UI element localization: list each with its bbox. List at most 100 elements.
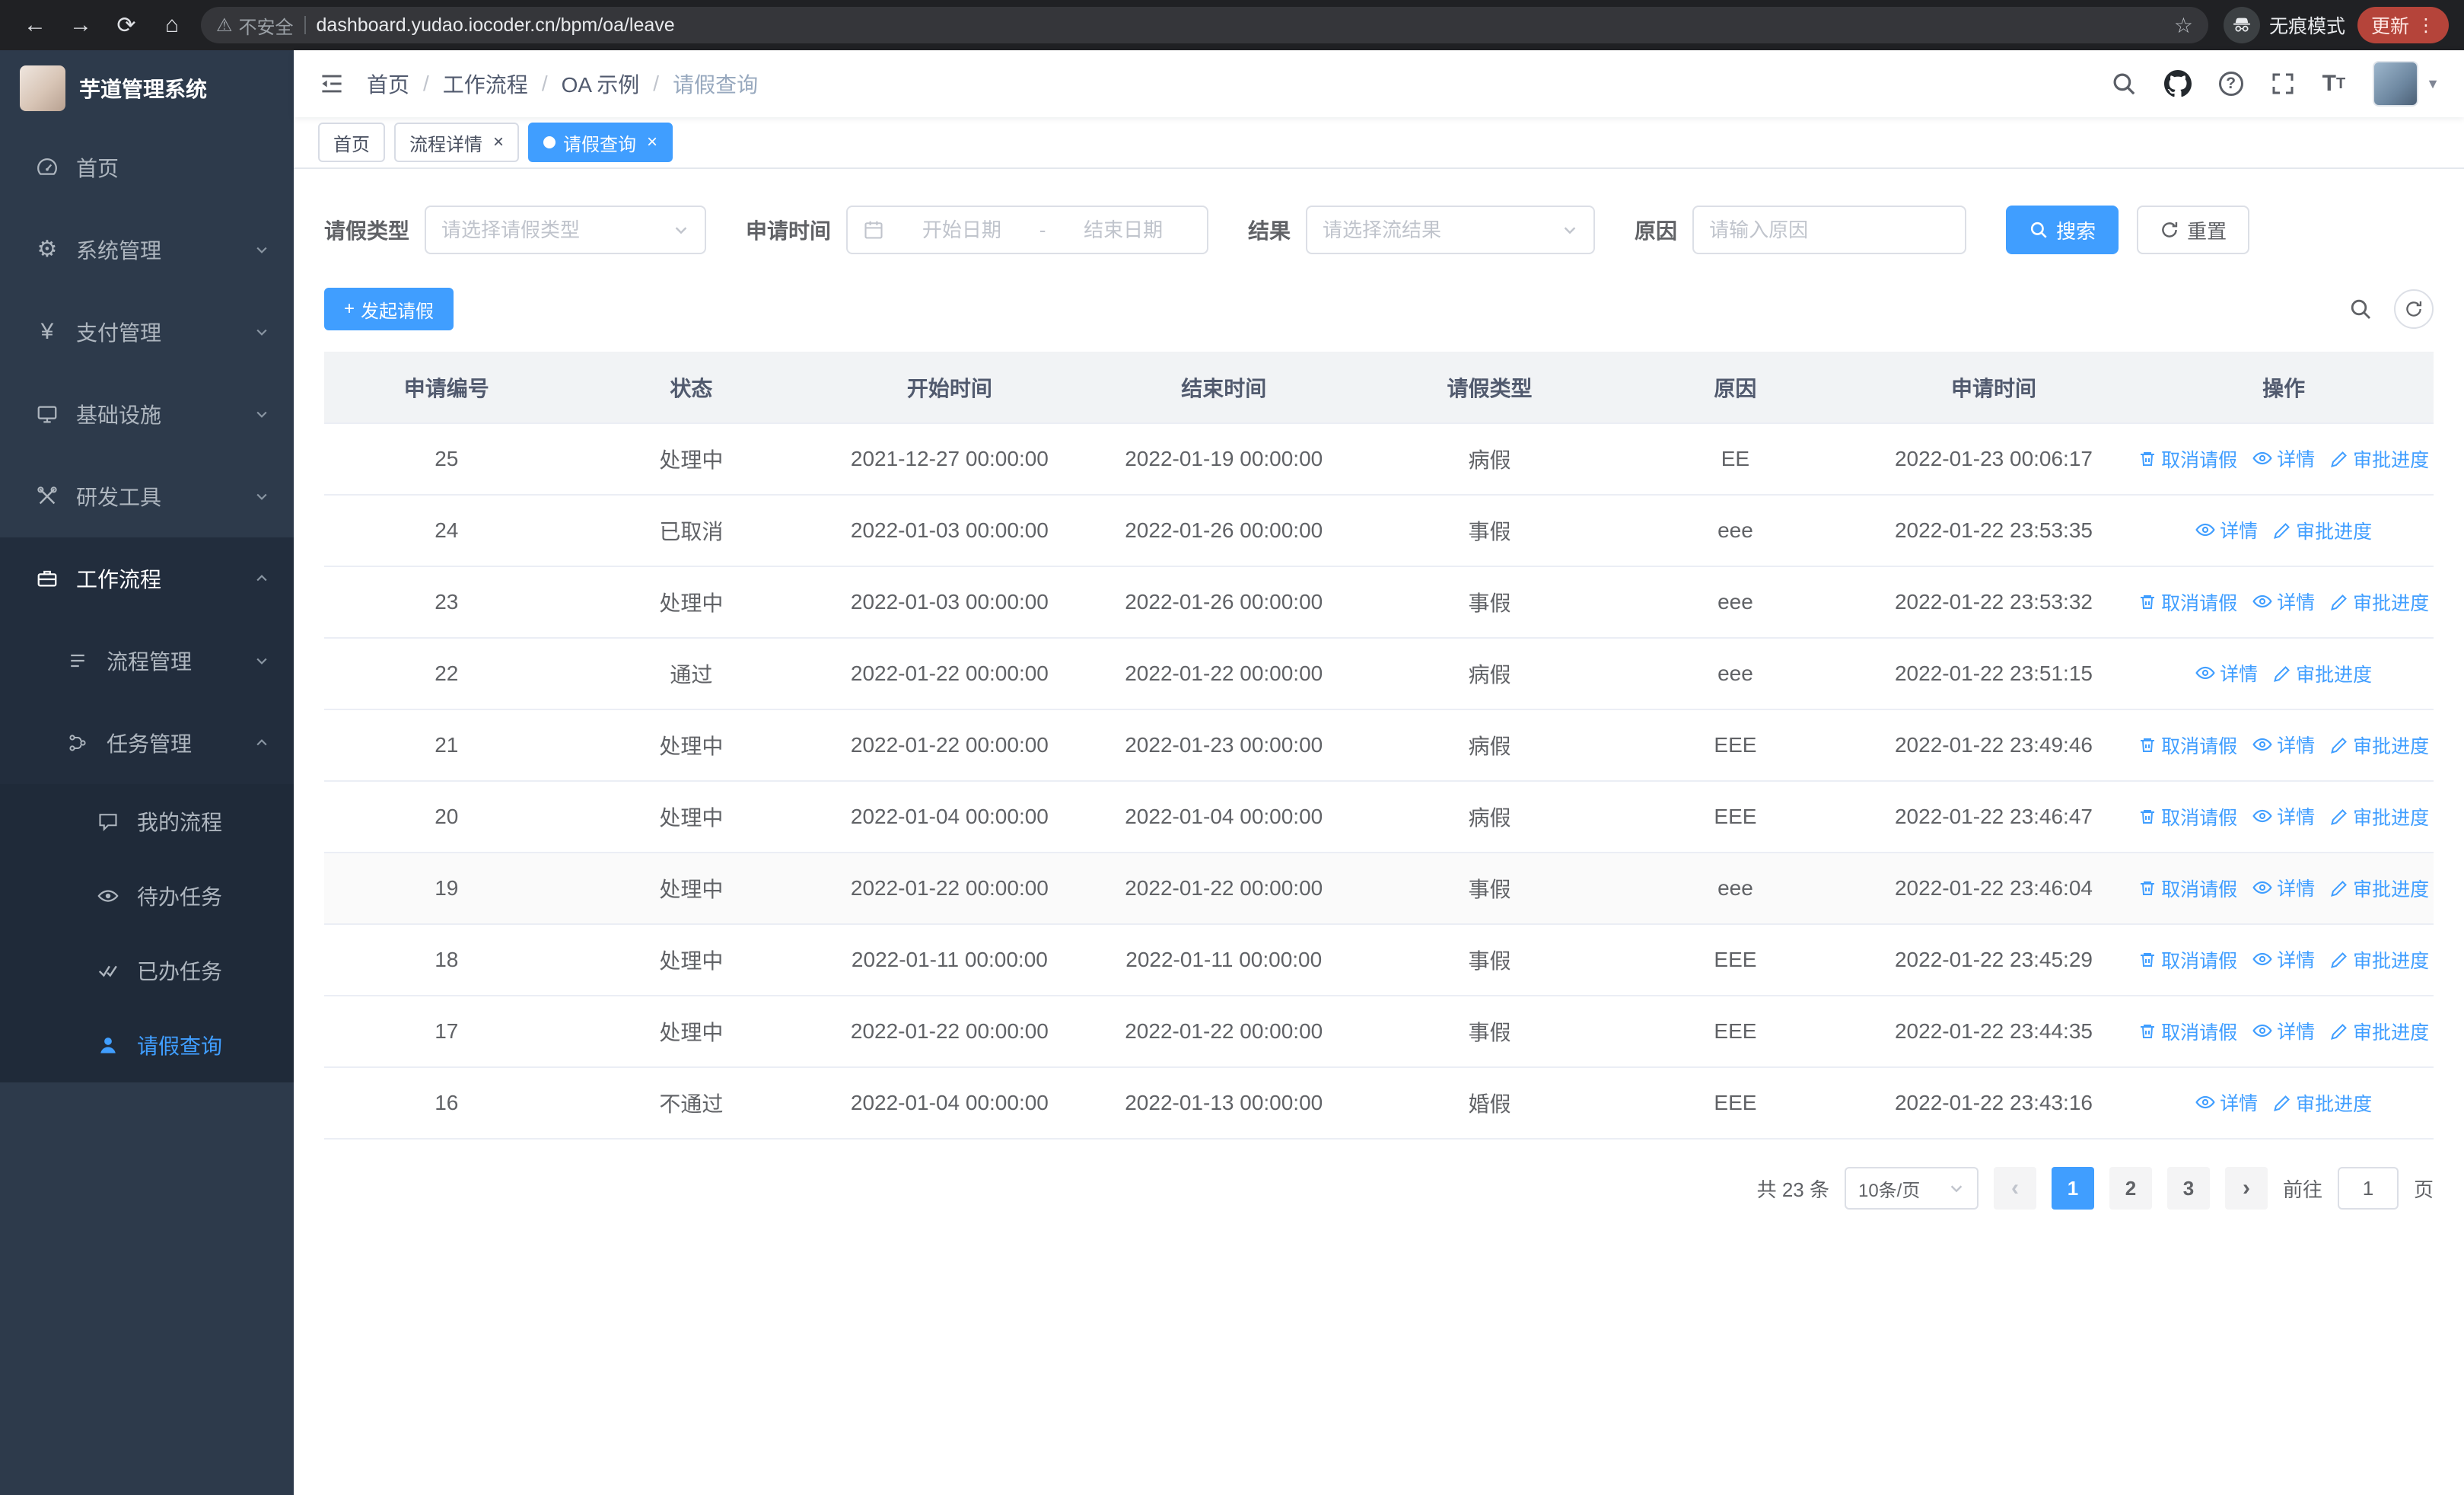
table-row[interactable]: 24 已取消 2022-01-03 00:00:00 2022-01-26 00… [324,495,2434,567]
date-range-picker[interactable]: - [846,206,1209,254]
create-leave-button[interactable]: + 发起请假 [324,288,454,330]
cancel-leave-link[interactable]: 取消请假 [2138,875,2237,902]
sidebar-item-payment[interactable]: ¥ 支付管理 [0,291,294,373]
reason-input[interactable] [1709,218,1950,242]
op-label: 详情 [2277,592,2316,614]
refresh-icon[interactable] [2394,289,2434,329]
reset-button[interactable]: 重置 [2137,206,2250,254]
approval-progress-link[interactable]: 审批进度 [2273,517,2372,544]
leave-type-input[interactable] [441,218,664,242]
sidebar-item-infrastructure[interactable]: 基础设施 [0,373,294,455]
browser-update-button[interactable]: 更新 ⋮ [2357,7,2449,43]
cancel-leave-link[interactable]: 取消请假 [2138,1018,2237,1045]
search-button[interactable]: 搜索 [2006,206,2119,254]
detail-link[interactable]: 详情 [2252,802,2315,830]
detail-link[interactable]: 详情 [2195,1089,2258,1116]
pagination-total: 共 23 条 [1756,1178,1829,1201]
approval-progress-link[interactable]: 审批进度 [2330,1018,2429,1045]
page-button-1[interactable]: 1 [2051,1167,2094,1210]
sidebar-item-devtools[interactable]: 研发工具 [0,455,294,537]
reload-icon[interactable]: ⟳ [107,5,146,45]
more-icon[interactable]: ⋮ [2417,14,2435,37]
sidebar-item-system[interactable]: ⚙ 系统管理 [0,209,294,291]
tab-process-detail[interactable]: 流程详情 × [394,123,520,162]
approval-progress-link[interactable]: 审批进度 [2330,875,2429,902]
bookmark-star-icon[interactable]: ☆ [2174,13,2193,38]
cancel-leave-link[interactable]: 取消请假 [2138,803,2237,830]
font-size-icon[interactable]: TT [2322,72,2346,95]
detail-link[interactable]: 详情 [2252,1017,2315,1044]
table-row[interactable]: 25 处理中 2021-12-27 00:00:00 2022-01-19 00… [324,423,2434,496]
table-row[interactable]: 19 处理中 2022-01-22 00:00:00 2022-01-22 00… [324,853,2434,925]
cell-end-time: 2022-01-22 00:00:00 [1085,853,1362,925]
detail-link[interactable]: 详情 [2195,659,2258,687]
sidebar-item-process-management[interactable]: 流程管理 [0,620,294,702]
table-row[interactable]: 16 不通过 2022-01-04 00:00:00 2022-01-13 00… [324,1067,2434,1140]
cell-reason: eee [1617,853,1854,925]
sidebar-item-home[interactable]: 首页 [0,126,294,209]
detail-link[interactable]: 详情 [2195,516,2258,543]
start-date-input[interactable] [893,218,1030,242]
prev-page-button[interactable]: ‹ [1993,1167,2036,1210]
sidebar-item-done-tasks[interactable]: 已办任务 [0,933,294,1008]
back-icon[interactable]: ← [15,5,55,45]
sidebar-item-workflow[interactable]: 工作流程 [0,537,294,620]
help-icon[interactable]: ? [2218,72,2243,96]
user-menu[interactable]: ▼ [2373,61,2440,107]
detail-link[interactable]: 详情 [2252,445,2315,472]
result-select[interactable] [1306,206,1596,254]
sidebar-item-task-management[interactable]: 任务管理 [0,702,294,784]
result-input[interactable] [1323,218,1553,242]
next-page-button[interactable]: › [2224,1167,2268,1210]
sidebar-item-leave-query[interactable]: 请假查询 [0,1008,294,1082]
approval-progress-link[interactable]: 审批进度 [2330,946,2429,974]
table-row[interactable]: 23 处理中 2022-01-03 00:00:00 2022-01-26 00… [324,566,2434,639]
table-row[interactable]: 22 通过 2022-01-22 00:00:00 2022-01-22 00:… [324,638,2434,710]
detail-link[interactable]: 详情 [2252,731,2315,758]
approval-progress-link[interactable]: 审批进度 [2330,732,2429,759]
table-row[interactable]: 17 处理中 2022-01-22 00:00:00 2022-01-22 00… [324,996,2434,1068]
table-row[interactable]: 21 处理中 2022-01-22 00:00:00 2022-01-23 00… [324,709,2434,782]
home-icon[interactable]: ⌂ [152,5,192,45]
detail-link[interactable]: 详情 [2252,945,2315,973]
page-button-3[interactable]: 3 [2166,1167,2210,1210]
table-row[interactable]: 20 处理中 2022-01-04 00:00:00 2022-01-04 00… [324,781,2434,853]
tab-leave-query[interactable]: 请假查询 × [528,123,673,162]
security-warning[interactable]: ⚠ 不安全 [216,12,294,39]
end-date-input[interactable] [1055,218,1192,242]
url-text[interactable]: dashboard.yudao.iocoder.cn/bpm/oa/leave [317,14,2163,37]
breadcrumb-item[interactable]: OA 示例 [562,69,640,99]
breadcrumb-item[interactable]: 首页 [367,69,409,99]
table-row[interactable]: 18 处理中 2022-01-11 00:00:00 2022-01-11 00… [324,924,2434,996]
page-button-2[interactable]: 2 [2109,1167,2152,1210]
fullscreen-icon[interactable] [2271,72,2295,96]
leave-type-select[interactable] [425,206,707,254]
reason-field[interactable] [1692,206,1967,254]
approval-progress-link[interactable]: 审批进度 [2273,660,2372,687]
page-size-select[interactable]: 10条/页 [1844,1167,1979,1210]
breadcrumb-item[interactable]: 工作流程 [443,69,528,99]
approval-progress-link[interactable]: 审批进度 [2330,445,2429,473]
cancel-leave-link[interactable]: 取消请假 [2138,732,2237,759]
search-icon[interactable] [2111,71,2137,97]
sidebar-item-todo-tasks[interactable]: 待办任务 [0,859,294,933]
github-icon[interactable] [2163,70,2192,97]
cancel-leave-link[interactable]: 取消请假 [2138,445,2237,473]
approval-progress-link[interactable]: 审批进度 [2330,803,2429,830]
tab-home[interactable]: 首页 [318,123,385,162]
approval-progress-link[interactable]: 审批进度 [2330,588,2429,616]
goto-page-input[interactable] [2337,1167,2399,1210]
cancel-leave-link[interactable]: 取消请假 [2138,946,2237,974]
address-bar[interactable]: ⚠ 不安全 dashboard.yudao.iocoder.cn/bpm/oa/… [201,7,2208,43]
close-icon[interactable]: × [493,133,504,151]
forward-icon[interactable]: → [61,5,100,45]
approval-progress-link[interactable]: 审批进度 [2273,1089,2372,1117]
sidebar-collapse-icon[interactable] [318,70,345,97]
app-logo[interactable]: 芋道管理系统 [0,50,294,126]
close-icon[interactable]: × [647,133,657,151]
detail-link[interactable]: 详情 [2252,588,2315,615]
cancel-leave-link[interactable]: 取消请假 [2138,588,2237,616]
sidebar-item-my-processes[interactable]: 我的流程 [0,784,294,859]
detail-link[interactable]: 详情 [2252,874,2315,901]
toggle-search-icon[interactable] [2348,297,2373,321]
